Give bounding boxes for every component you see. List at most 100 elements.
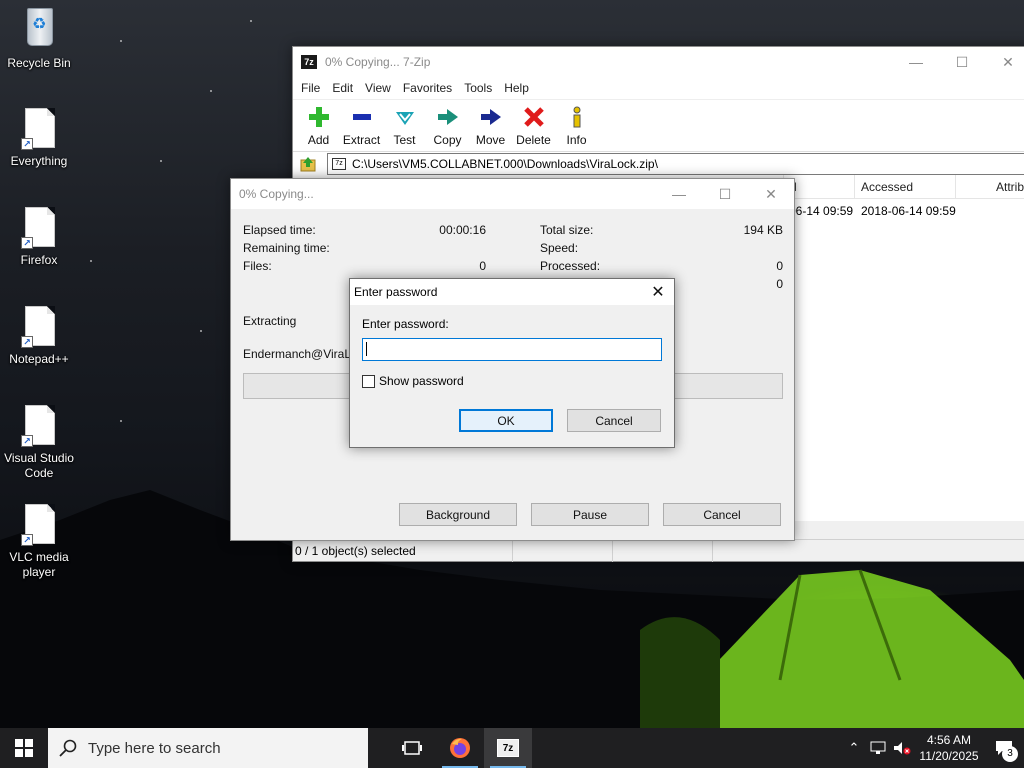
taskbar-7zip[interactable]: 7z xyxy=(484,728,532,768)
copy-label: Copy xyxy=(433,133,462,147)
notification-count-badge: 3 xyxy=(1002,746,1018,762)
desktop-icon-label: Visual Studio Code xyxy=(4,451,74,480)
desktop-icon-vlc[interactable]: ↗ VLC media player xyxy=(4,502,74,580)
delete-button[interactable]: Delete xyxy=(512,101,555,149)
address-bar: 7z C:\Users\VM5.COLLABNET.000\Downloads\… xyxy=(293,151,1024,175)
toolbar: Add Extract Test Copy Move Delete Info xyxy=(293,99,1024,149)
delete-x-icon xyxy=(522,105,546,129)
move-button[interactable]: Move xyxy=(469,101,512,149)
progress-title: 0% Copying... xyxy=(239,187,314,201)
compressed-value: 0 xyxy=(776,277,783,291)
total-size-label: Total size: xyxy=(540,223,594,237)
column-accessed[interactable]: Accessed xyxy=(854,175,954,199)
windows-logo-icon xyxy=(15,739,33,757)
show-password-label: Show password xyxy=(379,374,464,388)
7zip-logo-icon: 7z xyxy=(497,739,519,757)
current-file-name: Endermanch@ViraLoc xyxy=(243,347,364,361)
network-icon[interactable] xyxy=(866,728,890,768)
add-button[interactable]: Add xyxy=(297,101,340,149)
status-segment xyxy=(513,539,613,562)
status-bar: 0 / 1 object(s) selected xyxy=(293,539,1024,562)
search-icon xyxy=(48,739,88,757)
menu-favorites[interactable]: Favorites xyxy=(397,81,458,95)
firefox-icon xyxy=(450,738,470,758)
password-input[interactable] xyxy=(362,338,662,361)
desktop-icon-label: Notepad++ xyxy=(9,352,69,366)
delete-label: Delete xyxy=(516,133,551,147)
info-label: Info xyxy=(566,133,587,147)
total-size-value: 194 KB xyxy=(743,223,783,237)
close-button[interactable]: ✕ xyxy=(748,179,794,209)
minimize-button[interactable]: — xyxy=(893,47,939,77)
volume-muted-icon[interactable] xyxy=(890,728,914,768)
close-button[interactable]: ✕ xyxy=(985,47,1024,77)
start-button[interactable] xyxy=(0,728,48,768)
desktop-icon-label: Everything xyxy=(10,154,68,168)
system-tray: ⌃ 4:56 AM 11/20/2025 3 xyxy=(842,728,1024,768)
desktop-icon-label: Firefox xyxy=(20,253,58,267)
dialog-title-bar[interactable]: Enter password ✕ xyxy=(350,279,674,305)
title-bar[interactable]: 7z 0% Copying... 7-Zip — ☐ ✕ xyxy=(293,47,1024,77)
move-arrow-icon xyxy=(479,105,503,129)
file-shortcut-icon: ↗ xyxy=(21,304,57,348)
menu-bar: File Edit View Favorites Tools Help xyxy=(293,77,1024,99)
ok-button[interactable]: OK xyxy=(459,409,553,432)
progress-title-bar[interactable]: 0% Copying... — ☐ ✕ xyxy=(231,179,794,209)
pause-button[interactable]: Pause xyxy=(531,503,649,526)
clock-time: 4:56 AM xyxy=(926,733,972,747)
recycle-bin-icon xyxy=(21,8,57,52)
menu-tools[interactable]: Tools xyxy=(458,81,498,95)
action-center-button[interactable]: 3 xyxy=(984,728,1024,768)
menu-view[interactable]: View xyxy=(359,81,397,95)
clock[interactable]: 4:56 AM 11/20/2025 xyxy=(914,732,984,764)
zip-file-icon: 7z xyxy=(332,157,346,170)
checkbox-box[interactable] xyxy=(362,374,375,388)
status-segment xyxy=(613,539,713,562)
clock-date: 11/20/2025 xyxy=(919,749,979,763)
path-input[interactable]: 7z C:\Users\VM5.COLLABNET.000\Downloads\… xyxy=(327,152,1024,175)
files-label: Files: xyxy=(243,259,272,273)
window-title: 0% Copying... 7-Zip xyxy=(325,55,431,69)
desktop-icon-recycle-bin[interactable]: Recycle Bin xyxy=(4,8,74,71)
desktop-icon-firefox[interactable]: ↗ Firefox xyxy=(4,205,74,268)
taskbar-search-box[interactable]: Type here to search xyxy=(48,728,368,768)
folder-up-icon[interactable] xyxy=(297,153,319,175)
files-value: 0 xyxy=(479,259,486,273)
add-label: Add xyxy=(307,133,330,147)
test-button[interactable]: Test xyxy=(383,101,426,149)
enter-password-dialog: Enter password ✕ Enter password: Show pa… xyxy=(349,278,675,448)
copy-button[interactable]: Copy xyxy=(426,101,469,149)
close-icon[interactable]: ✕ xyxy=(642,279,674,305)
info-button[interactable]: Info xyxy=(555,101,598,149)
maximize-button[interactable]: ☐ xyxy=(702,179,748,209)
maximize-button[interactable]: ☐ xyxy=(939,47,985,77)
check-icon xyxy=(393,105,417,129)
cancel-button[interactable]: Cancel xyxy=(663,503,781,526)
cancel-button[interactable]: Cancel xyxy=(567,409,661,432)
menu-edit[interactable]: Edit xyxy=(326,81,359,95)
7zip-logo-icon: 7z xyxy=(301,55,317,69)
desktop-icon-vscode[interactable]: ↗ Visual Studio Code xyxy=(4,403,74,481)
desktop-icon-label: Recycle Bin xyxy=(7,56,71,70)
desktop-icon-everything[interactable]: ↗ Everything xyxy=(4,106,74,169)
plus-icon xyxy=(307,105,331,129)
show-password-checkbox[interactable]: Show password xyxy=(362,374,464,388)
background-button[interactable]: Background xyxy=(399,503,517,526)
taskbar-firefox[interactable] xyxy=(436,728,484,768)
desktop-icon-notepadpp[interactable]: ↗ Notepad++ xyxy=(4,304,74,367)
file-shortcut-icon: ↗ xyxy=(21,502,57,546)
minus-icon xyxy=(350,105,374,129)
file-shortcut-icon: ↗ xyxy=(21,205,57,249)
search-placeholder: Type here to search xyxy=(88,739,221,757)
menu-file[interactable]: File xyxy=(295,81,326,95)
minimize-button[interactable]: — xyxy=(656,179,702,209)
remaining-time-label: Remaining time: xyxy=(243,241,330,255)
extract-button[interactable]: Extract xyxy=(340,101,383,149)
menu-help[interactable]: Help xyxy=(498,81,535,95)
chevron-up-icon[interactable]: ⌃ xyxy=(842,728,866,768)
test-label: Test xyxy=(393,133,416,147)
column-attributes[interactable]: Attrib xyxy=(955,175,1024,199)
status-selected: 0 / 1 object(s) selected xyxy=(293,539,513,562)
task-view-button[interactable] xyxy=(388,728,436,768)
path-text: C:\Users\VM5.COLLABNET.000\Downloads\Vir… xyxy=(352,156,658,171)
